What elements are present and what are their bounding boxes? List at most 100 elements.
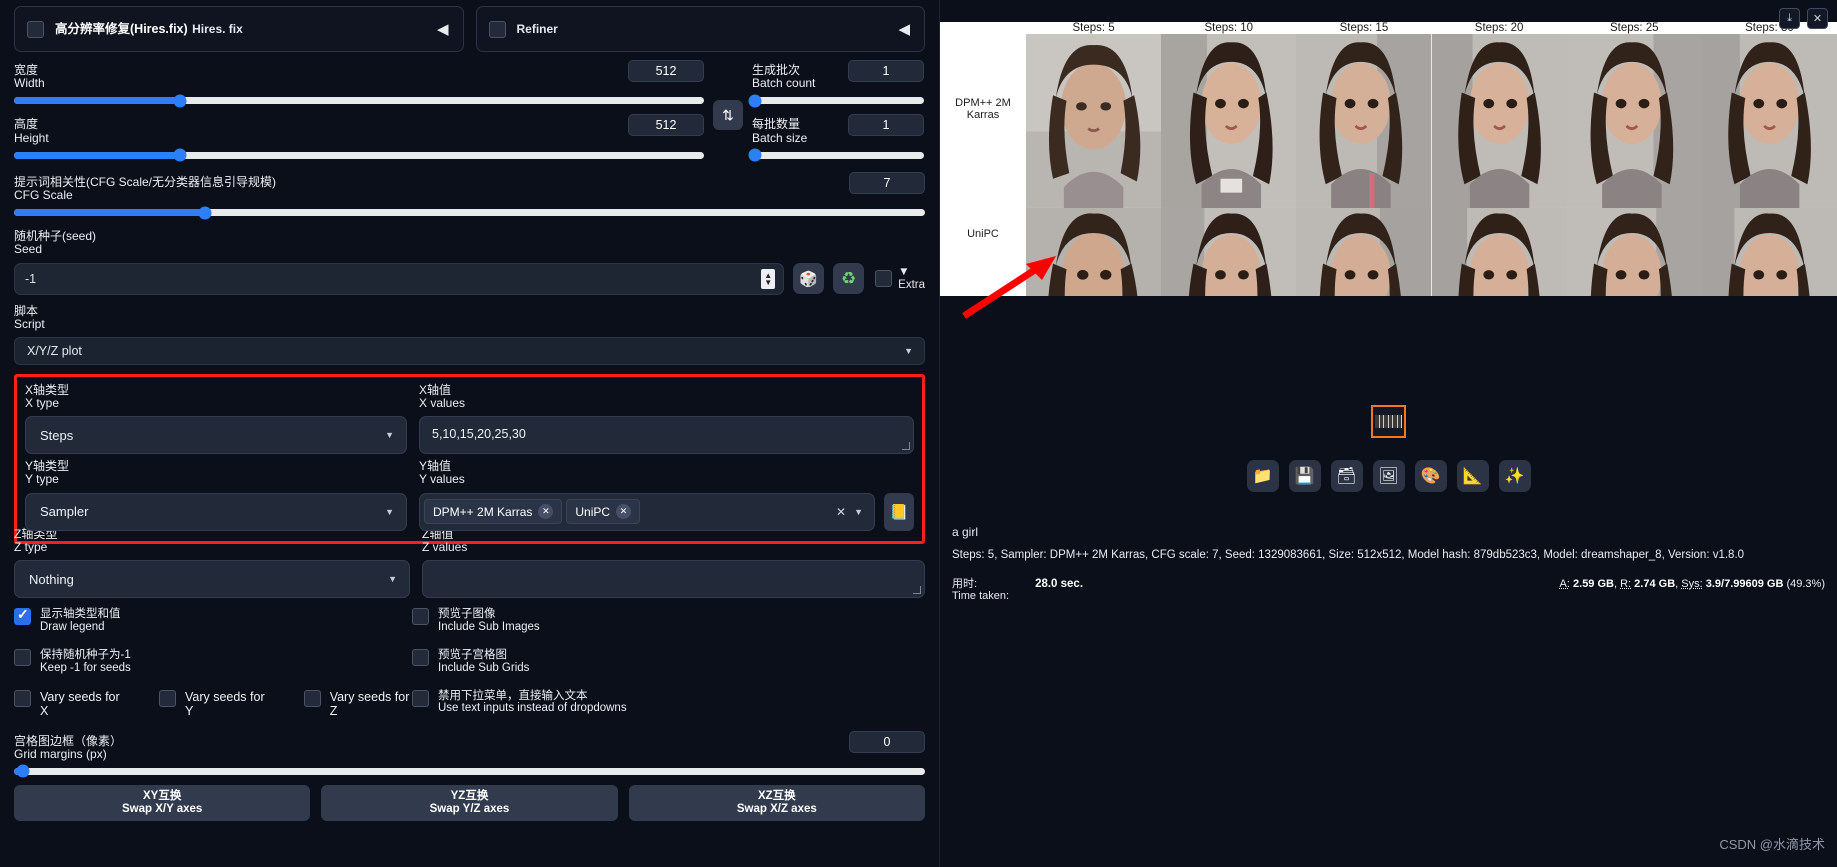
hires-collapse-arrow-icon[interactable]: ◀ [437,20,449,38]
grid-cell[interactable] [1431,207,1567,296]
vary-seeds-z-checkbox[interactable] [303,689,321,707]
height-label-en: Height [14,130,49,145]
token-label: UniPC [575,504,611,519]
x-values-input[interactable]: 5,10,15,20,25,30 [419,416,914,455]
token-item[interactable]: DPM++ 2M Karras ✕ [424,499,563,525]
vary-seeds-y-option[interactable]: Vary seeds for Y [158,689,268,718]
swap-xz-label-en: Swap X/Z axes [736,802,817,815]
grid-column-header: Steps: 15 [1339,22,1389,34]
grid-margins-slider[interactable] [14,764,925,778]
refiner-accordion[interactable]: Refiner ◀ [475,6,925,52]
seed-value: -1 [25,271,37,286]
vary-seeds-x-option[interactable]: Vary seeds for X [14,689,123,718]
keep-seeds-option[interactable]: 保持随机种子为-1 Keep -1 for seeds [14,648,412,675]
grid-margins-value[interactable]: 0 [849,730,925,753]
reuse-seed-button[interactable]: ♻ [833,263,865,294]
batch-size-slider[interactable] [748,148,924,162]
height-value[interactable]: 512 [628,114,704,137]
include-sub-images-option[interactable]: 预览子图像 Include Sub Images [412,608,925,634]
download-button[interactable]: ⤓ [1779,8,1800,29]
chevron-down-icon[interactable]: ▼ [854,507,863,517]
grid-cell[interactable] [1296,34,1432,208]
open-folder-button[interactable]: 📁 [1246,460,1279,492]
grid-cell[interactable] [1161,207,1297,296]
draw-legend-checkbox[interactable] [14,606,31,625]
keep-seeds-checkbox[interactable] [14,648,31,666]
send-to-img2img-button[interactable]: 🖼 [1372,460,1405,492]
batch-count-value[interactable]: 1 [848,60,924,82]
extra-seed-toggle[interactable]: ▼ Extra [875,266,925,291]
cfg-slider[interactable] [14,206,925,220]
y-values-token-input[interactable]: DPM++ 2M Karras ✕ UniPC ✕ ✕ ▼ [419,492,875,531]
vary-seeds-y-checkbox[interactable] [158,689,176,707]
swap-yz-label-en: Swap Y/Z axes [429,802,510,815]
grid-cell[interactable] [1701,207,1837,296]
width-label-en: Width [14,76,45,91]
include-sub-grids-checkbox[interactable] [412,648,429,666]
send-to-extras-button[interactable]: 📐 [1456,460,1489,492]
grid-cell[interactable] [1026,34,1162,208]
upscale-button[interactable]: ✨ [1498,460,1531,492]
grid-cell[interactable] [1566,207,1702,296]
width-slider[interactable] [14,94,704,108]
refiner-collapse-arrow-icon[interactable]: ◀ [898,20,910,38]
send-to-inpaint-button[interactable]: 🎨 [1414,460,1447,492]
swap-yz-button[interactable]: YZ互换 Swap Y/Z axes [321,784,618,821]
z-type-select[interactable]: Nothing ▼ [14,560,410,598]
output-window-buttons: ⤓ ✕ [1779,8,1828,29]
y-type-select[interactable]: Sampler ▼ [25,492,407,531]
save-zip-button[interactable]: 🗃 [1330,460,1363,492]
seed-stepper-icon[interactable]: ▲ ▼ [761,268,776,289]
clear-all-icon[interactable]: ✕ [836,505,846,519]
left-settings-panel: 高分辨率修复(Hires.fix) Hires. fix ◀ Refiner ◀… [0,0,940,867]
fill-values-button[interactable]: 📒 [884,492,914,531]
token-remove-icon[interactable]: ✕ [616,504,632,520]
width-slider-block: 宽度 Width 512 [14,60,704,108]
hires-fix-accordion[interactable]: 高分辨率修复(Hires.fix) Hires. fix ◀ [14,6,464,52]
include-sub-grids-option[interactable]: 预览子宫格图 Include Sub Grids [412,648,925,675]
vary-seeds-z-option[interactable]: Vary seeds for Z [303,689,412,718]
result-thumbnails [940,405,1837,438]
hires-fix-checkbox[interactable] [27,20,44,38]
chevron-down-icon: ▼ [904,345,913,356]
save-button[interactable]: 💾 [1288,460,1321,492]
token-item[interactable]: UniPC ✕ [566,499,641,525]
script-select[interactable]: X/Y/Z plot ▼ [14,336,925,365]
draw-legend-option[interactable]: 显示轴类型和值 Draw legend [14,606,412,634]
z-values-input[interactable] [422,560,925,598]
height-slider[interactable] [14,148,704,162]
cfg-value[interactable]: 7 [849,171,925,194]
random-seed-button[interactable]: 🎲 [793,263,825,294]
z-type-label-en: Z type [14,539,48,554]
x-type-select[interactable]: Steps ▼ [25,416,407,455]
palette-icon: 🎨 [1420,468,1441,485]
include-sub-images-checkbox[interactable] [412,608,429,625]
grid-cell[interactable] [1161,34,1297,208]
seed-input[interactable]: -1 ▲ ▼ [14,262,785,295]
width-value[interactable]: 512 [628,60,704,82]
xyz-grid-image[interactable]: DPM++ 2M Karras UniPC Steps: 5 Steps: 10… [940,22,1837,296]
recycle-icon: ♻ [841,268,857,288]
text-inputs-option[interactable]: 禁用下拉菜单，直接输入文本 Use text inputs instead of… [412,689,925,716]
batch-count-slider[interactable] [748,94,924,108]
include-sub-grids-label-en: Include Sub Grids [438,661,530,674]
extra-checkbox[interactable] [875,270,893,287]
grid-cell[interactable] [1566,34,1702,208]
swap-dimensions-button[interactable]: ⇅ [713,100,743,130]
thumbnail-selected[interactable] [1371,405,1406,438]
refiner-checkbox[interactable] [488,20,506,38]
grid-cell[interactable] [1701,34,1837,208]
vary-seeds-z-label: Vary seeds for Z [329,689,410,718]
grid-cell[interactable] [1296,207,1432,296]
vary-seeds-x-checkbox[interactable] [14,689,31,707]
close-button[interactable]: ✕ [1807,8,1828,29]
grid-cell[interactable] [1431,34,1567,208]
x-values-label-cn: X轴值 [419,382,452,397]
time-and-memory-row: 用时: Time taken: 28.0 sec. A: 2.59 GB, R:… [952,578,1825,603]
text-inputs-checkbox[interactable] [412,689,429,707]
swap-xy-button[interactable]: XY互换 Swap X/Y axes [14,784,311,821]
batch-size-value[interactable]: 1 [848,114,924,137]
generation-info: a girl Steps: 5, Sampler: DPM++ 2M Karra… [952,525,1825,603]
token-remove-icon[interactable]: ✕ [538,504,554,520]
swap-xz-button[interactable]: XZ互换 Swap X/Z axes [628,784,925,821]
